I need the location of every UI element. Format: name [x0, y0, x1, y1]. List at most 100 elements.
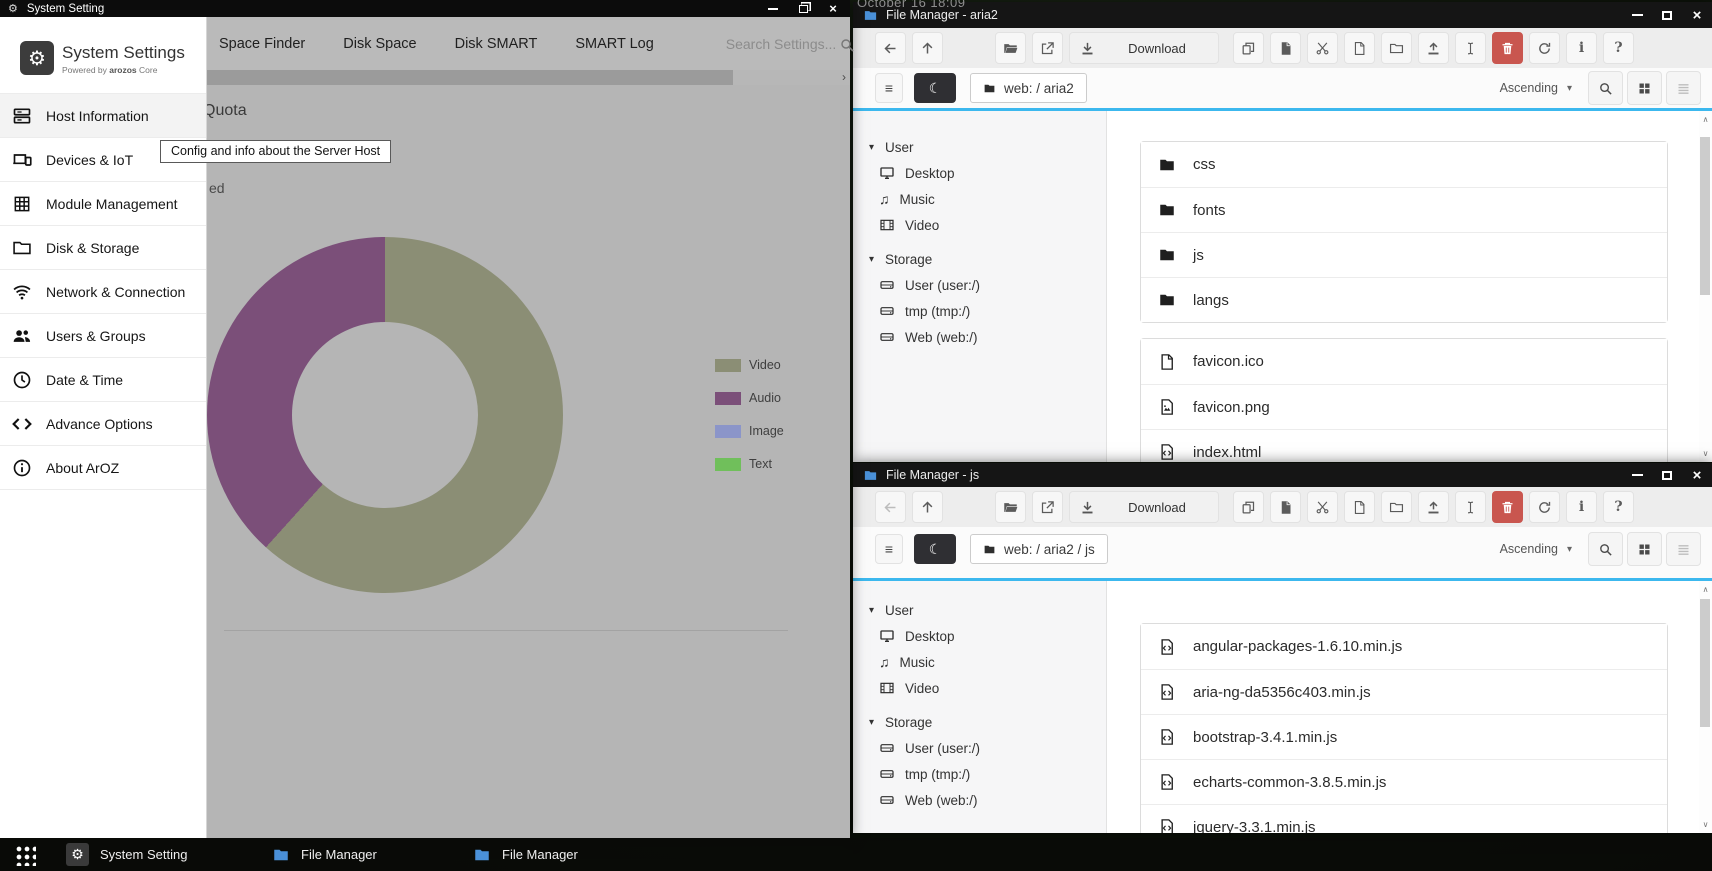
info-button[interactable]: i: [1566, 491, 1597, 523]
sidebar-item-network-connection[interactable]: Network & Connection: [0, 270, 206, 314]
sidebar-item-advance-options[interactable]: Advance Options: [0, 402, 206, 446]
sidebar-item-users-groups[interactable]: Users & Groups: [0, 314, 206, 358]
download-button[interactable]: Download: [1069, 491, 1219, 523]
tree-section-storage[interactable]: ▾ Storage: [853, 246, 1106, 272]
scrollbar-thumb[interactable]: [1700, 599, 1710, 727]
list-view-button[interactable]: [1666, 532, 1701, 566]
list-item[interactable]: js: [1141, 232, 1667, 277]
tree-section-user[interactable]: ▾ User: [853, 134, 1106, 160]
upload-button[interactable]: [1418, 32, 1449, 64]
list-item[interactable]: favicon.ico: [1141, 339, 1667, 384]
close-button[interactable]: ×: [818, 0, 848, 17]
breadcrumb[interactable]: web: / aria2: [970, 73, 1087, 103]
refresh-button[interactable]: [1529, 491, 1560, 523]
list-item[interactable]: angular-packages-1.6.10.min.js: [1141, 624, 1667, 669]
horizontal-scrollbar[interactable]: ›: [207, 70, 850, 85]
minimize-button[interactable]: [1622, 2, 1652, 28]
cut-button[interactable]: [1307, 32, 1338, 64]
open-folder-button[interactable]: [995, 491, 1026, 523]
vertical-scrollbar[interactable]: ∧ ∨: [1699, 581, 1712, 833]
up-button[interactable]: [912, 491, 943, 523]
rename-button[interactable]: [1455, 491, 1486, 523]
tab-disk-space[interactable]: Disk Space: [343, 36, 416, 52]
restore-button[interactable]: [788, 0, 818, 17]
theme-toggle-button[interactable]: ☾: [914, 73, 956, 103]
scroll-right-icon[interactable]: ›: [842, 70, 846, 85]
menu-button[interactable]: ≡: [875, 534, 903, 564]
help-button[interactable]: ?: [1603, 491, 1634, 523]
copy-button[interactable]: [1233, 491, 1264, 523]
tree-item-user-drive[interactable]: User (user:/): [853, 735, 1106, 761]
scroll-up-icon[interactable]: ∧: [1699, 115, 1712, 124]
scrollbar-thumb[interactable]: [207, 70, 733, 85]
list-item[interactable]: aria-ng-da5356c403.min.js: [1141, 669, 1667, 714]
list-item[interactable]: css: [1141, 142, 1667, 187]
minimize-button[interactable]: [1622, 463, 1652, 487]
tree-item-music[interactable]: ♫ Music: [853, 649, 1106, 675]
sort-order-dropdown[interactable]: Ascending: [1500, 81, 1558, 95]
settings-titlebar[interactable]: ⚙ System Setting ×: [0, 0, 850, 17]
grid-view-button[interactable]: [1627, 532, 1662, 566]
close-button[interactable]: ×: [1682, 2, 1712, 28]
sidebar-item-host-information[interactable]: Host Information: [0, 94, 206, 138]
sidebar-item-about-aroz[interactable]: About ArOZ: [0, 446, 206, 490]
paste-button[interactable]: [1270, 491, 1301, 523]
delete-button[interactable]: [1492, 32, 1523, 64]
search-button[interactable]: [1588, 71, 1623, 105]
close-button[interactable]: ×: [1682, 463, 1712, 487]
list-item[interactable]: jquery-3.3.1.min.js: [1141, 804, 1667, 833]
scroll-down-icon[interactable]: ∨: [1699, 449, 1712, 458]
info-button[interactable]: i: [1566, 32, 1597, 64]
apps-grid-button[interactable]: [14, 844, 36, 866]
sidebar-item-module-management[interactable]: Module Management: [0, 182, 206, 226]
maximize-button[interactable]: [1652, 2, 1682, 28]
tab-smart-log[interactable]: SMART Log: [575, 36, 653, 52]
taskbar-item-system-setting[interactable]: ⚙ System Setting: [66, 838, 187, 871]
tree-item-video[interactable]: Video: [853, 212, 1106, 238]
cut-button[interactable]: [1307, 491, 1338, 523]
maximize-button[interactable]: [1652, 463, 1682, 487]
settings-search-input[interactable]: [726, 36, 844, 52]
open-folder-button[interactable]: [995, 32, 1026, 64]
tree-item-user-drive[interactable]: User (user:/): [853, 272, 1106, 298]
new-folder-button[interactable]: [1381, 491, 1412, 523]
menu-button[interactable]: ≡: [875, 73, 903, 103]
list-item[interactable]: echarts-common-3.8.5.min.js: [1141, 759, 1667, 804]
tab-space-finder[interactable]: Space Finder: [219, 36, 305, 52]
sort-order-dropdown[interactable]: Ascending: [1500, 542, 1558, 556]
sidebar-item-date-time[interactable]: Date & Time: [0, 358, 206, 402]
delete-button[interactable]: [1492, 491, 1523, 523]
new-file-button[interactable]: [1344, 491, 1375, 523]
tree-item-tmp-drive[interactable]: tmp (tmp:/): [853, 761, 1106, 787]
upload-button[interactable]: [1418, 491, 1449, 523]
tree-item-desktop[interactable]: Desktop: [853, 623, 1106, 649]
tree-section-user[interactable]: ▾ User: [853, 597, 1106, 623]
tree-item-desktop[interactable]: Desktop: [853, 160, 1106, 186]
grid-view-button[interactable]: [1627, 71, 1662, 105]
download-button[interactable]: Download: [1069, 32, 1219, 64]
fm-js-titlebar[interactable]: File Manager - js ×: [853, 463, 1712, 487]
list-item[interactable]: fonts: [1141, 187, 1667, 232]
paste-button[interactable]: [1270, 32, 1301, 64]
tree-section-storage[interactable]: ▾ Storage: [853, 709, 1106, 735]
search-button[interactable]: [1588, 532, 1623, 566]
back-button[interactable]: [875, 32, 906, 64]
refresh-button[interactable]: [1529, 32, 1560, 64]
theme-toggle-button[interactable]: ☾: [914, 534, 956, 564]
copy-button[interactable]: [1233, 32, 1264, 64]
tree-item-web-drive[interactable]: Web (web:/): [853, 787, 1106, 813]
help-button[interactable]: ?: [1603, 32, 1634, 64]
sidebar-item-disk-storage[interactable]: Disk & Storage: [0, 226, 206, 270]
tab-disk-smart[interactable]: Disk SMART: [455, 36, 538, 52]
new-folder-button[interactable]: [1381, 32, 1412, 64]
taskbar-item-file-manager-2[interactable]: File Manager: [473, 838, 578, 871]
rename-button[interactable]: [1455, 32, 1486, 64]
scrollbar-thumb[interactable]: [1700, 137, 1710, 295]
back-button[interactable]: [875, 491, 906, 523]
tree-item-web-drive[interactable]: Web (web:/): [853, 324, 1106, 350]
tree-item-music[interactable]: ♫ Music: [853, 186, 1106, 212]
open-external-button[interactable]: [1032, 491, 1063, 523]
list-item[interactable]: index.html: [1141, 429, 1667, 462]
breadcrumb[interactable]: web: / aria2 / js: [970, 534, 1108, 564]
up-button[interactable]: [912, 32, 943, 64]
